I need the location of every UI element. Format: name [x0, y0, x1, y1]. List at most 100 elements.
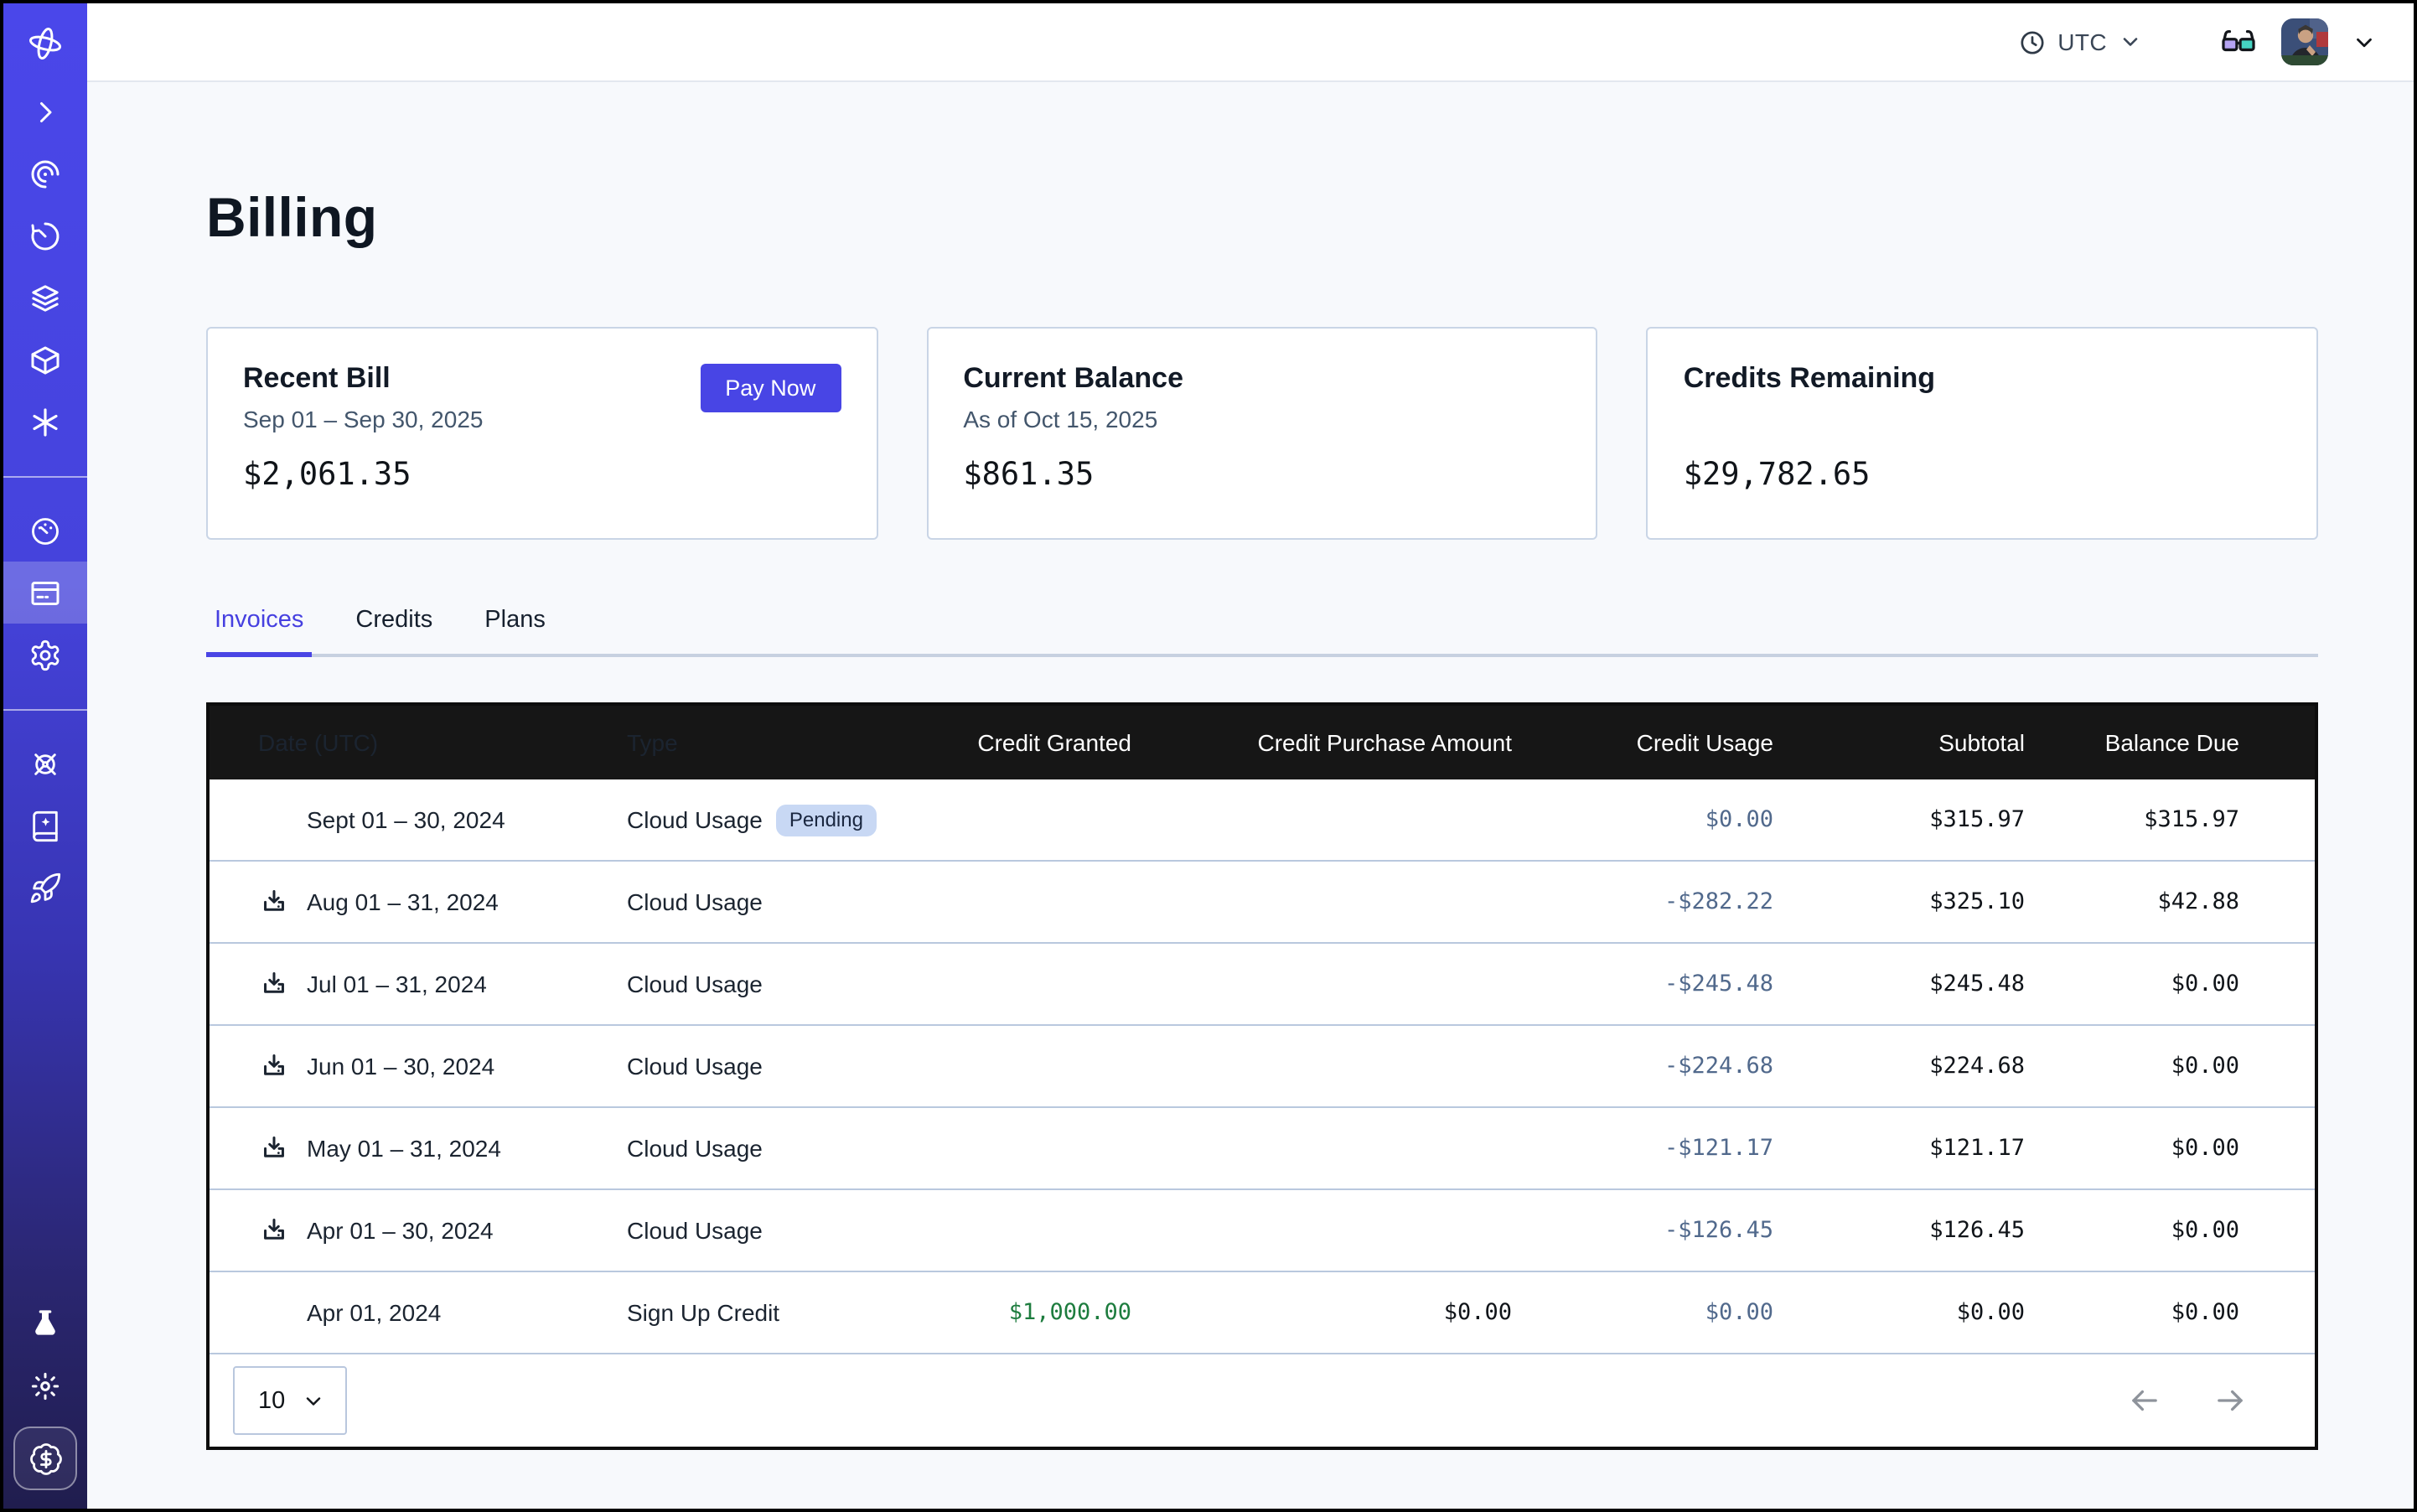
- page-size-value: 10: [258, 1387, 285, 1414]
- layers-icon: [28, 281, 62, 314]
- status-badge: Pending: [776, 804, 877, 836]
- credit-usage-cell: -$121.17: [1512, 1135, 1773, 1162]
- sidebar-item-layers[interactable]: [3, 267, 87, 329]
- download-invoice-button[interactable]: [258, 1214, 290, 1246]
- sidebar-item-docs[interactable]: [3, 795, 87, 857]
- card-subtitle: As of Oct 15, 2025: [963, 406, 1560, 434]
- subtotal-cell: $126.45: [1773, 1217, 2025, 1244]
- orbit-logo-icon: [25, 23, 65, 64]
- invoice-date: Jun 01 – 30, 2024: [307, 1053, 494, 1080]
- sidebar-item-expand[interactable]: [3, 80, 87, 142]
- balance-due-cell: $0.00: [2025, 1053, 2239, 1080]
- tab-credits[interactable]: Credits: [347, 607, 441, 657]
- current-balance-card: Current Balance As of Oct 15, 2025 $861.…: [926, 327, 1597, 540]
- balance-due-cell: $42.88: [2025, 888, 2239, 915]
- invoice-date-cell: Jun 01 – 30, 2024: [210, 1050, 627, 1082]
- timezone-label: UTC: [2057, 28, 2107, 55]
- timezone-selector[interactable]: UTC: [2017, 28, 2142, 56]
- sidebar-item-usage[interactable]: [3, 500, 87, 562]
- page-size-select[interactable]: 10: [233, 1366, 347, 1435]
- topbar: UTC: [87, 3, 2414, 82]
- download-icon: [258, 1132, 290, 1164]
- next-page-button[interactable]: [2213, 1383, 2248, 1418]
- credit-purchase-cell: $0.00: [1131, 1299, 1512, 1326]
- tab-invoices[interactable]: Invoices: [206, 607, 312, 657]
- subtotal-cell: $0.00: [1773, 1299, 2025, 1326]
- page-title: Billing: [206, 186, 2318, 250]
- billing-tabs: Invoices Credits Plans: [206, 607, 2318, 657]
- sidebar: [3, 3, 87, 1509]
- download-invoice-button[interactable]: [258, 968, 290, 1000]
- col-header-subtotal: Subtotal: [1773, 729, 2025, 756]
- invoice-type: Cloud Usage: [627, 971, 763, 997]
- subtotal-cell: $315.97: [1773, 806, 2025, 833]
- sidebar-item-settings[interactable]: [3, 624, 87, 686]
- balance-due-cell: $0.00: [2025, 971, 2239, 997]
- pay-now-button[interactable]: Pay Now: [700, 364, 841, 412]
- rocket-icon: [28, 871, 62, 904]
- tab-plans[interactable]: Plans: [476, 607, 554, 657]
- chevron-down-icon: [2352, 29, 2377, 54]
- invoice-type: Cloud Usage: [627, 888, 763, 915]
- download-icon: [258, 886, 290, 918]
- arrow-left-icon: [2127, 1383, 2162, 1418]
- invoice-type-cell: Cloud Usage: [627, 1053, 945, 1080]
- download-invoice-button[interactable]: [258, 886, 290, 918]
- sidebar-item-billing[interactable]: [3, 562, 87, 624]
- download-placeholder: [258, 804, 290, 836]
- invoice-date-cell: Sept 01 – 30, 2024: [210, 804, 627, 836]
- sidebar-item-services[interactable]: [3, 391, 87, 453]
- sidebar-item-theme[interactable]: [3, 1354, 87, 1416]
- gear-icon: [28, 638, 62, 671]
- credits-remaining-amount: $29,782.65: [1684, 458, 2281, 493]
- invoice-date: Sept 01 – 30, 2024: [307, 806, 505, 833]
- table-row: Apr 01 – 30, 2024Cloud Usage-$126.45$126…: [210, 1188, 2315, 1271]
- credit-usage-cell: -$224.68: [1512, 1053, 1773, 1080]
- download-icon: [258, 968, 290, 1000]
- subtotal-cell: $245.48: [1773, 971, 2025, 997]
- sidebar-divider: [3, 476, 87, 478]
- sidebar-item-cube[interactable]: [3, 329, 87, 391]
- credits-remaining-card: Credits Remaining $29,782.65: [1647, 327, 2318, 540]
- table-row: Apr 01, 2024Sign Up Credit$1,000.00$0.00…: [210, 1271, 2315, 1353]
- book-sparkle-icon: [28, 809, 62, 842]
- avatar[interactable]: [2281, 18, 2328, 65]
- credit-usage-cell: -$282.22: [1512, 888, 1773, 915]
- view-mode-button[interactable]: [2219, 23, 2258, 61]
- sidebar-item-labs[interactable]: [3, 1292, 87, 1354]
- table-row: Aug 01 – 31, 2024Cloud Usage-$282.22$325…: [210, 860, 2315, 942]
- sidebar-item-history[interactable]: [3, 205, 87, 267]
- recent-bill-amount: $2,061.35: [243, 458, 841, 493]
- invoice-date-cell: Apr 01, 2024: [210, 1297, 627, 1328]
- download-icon: [258, 1050, 290, 1082]
- avatar-photo: [2281, 18, 2328, 65]
- invoice-date-cell: Jul 01 – 31, 2024: [210, 968, 627, 1000]
- download-invoice-button[interactable]: [258, 1050, 290, 1082]
- balance-due-cell: $0.00: [2025, 1135, 2239, 1162]
- credit-usage-cell: -$245.48: [1512, 971, 1773, 997]
- main-area: UTC: [87, 3, 2414, 1509]
- subtotal-cell: $224.68: [1773, 1053, 2025, 1080]
- credits-badge-button[interactable]: [13, 1427, 77, 1490]
- table-row: Sept 01 – 30, 2024Cloud UsagePending$0.0…: [210, 779, 2315, 860]
- invoice-date-cell: May 01 – 31, 2024: [210, 1132, 627, 1164]
- clock-icon: [2017, 28, 2046, 56]
- invoice-date: Apr 01, 2024: [307, 1299, 441, 1326]
- sidebar-item-observe[interactable]: [3, 142, 87, 205]
- glasses-icon: [2219, 23, 2258, 61]
- previous-page-button[interactable]: [2127, 1383, 2162, 1418]
- balance-due-cell: $0.00: [2025, 1299, 2239, 1326]
- pagination-controls: [2127, 1383, 2248, 1418]
- arrow-right-icon: [2213, 1383, 2248, 1418]
- download-invoice-button[interactable]: [258, 1132, 290, 1164]
- invoice-type: Sign Up Credit: [627, 1299, 779, 1326]
- invoice-date: Aug 01 – 31, 2024: [307, 888, 499, 915]
- sidebar-divider: [3, 709, 87, 711]
- recent-bill-card: Recent Bill Sep 01 – Sep 30, 2025 $2,061…: [206, 327, 877, 540]
- col-header-balance-due: Balance Due: [2025, 729, 2239, 756]
- app-logo[interactable]: [3, 7, 87, 80]
- sidebar-item-support[interactable]: [3, 733, 87, 795]
- account-menu-button[interactable]: [2352, 29, 2377, 54]
- invoice-date-cell: Apr 01 – 30, 2024: [210, 1214, 627, 1246]
- sidebar-item-getting-started[interactable]: [3, 857, 87, 919]
